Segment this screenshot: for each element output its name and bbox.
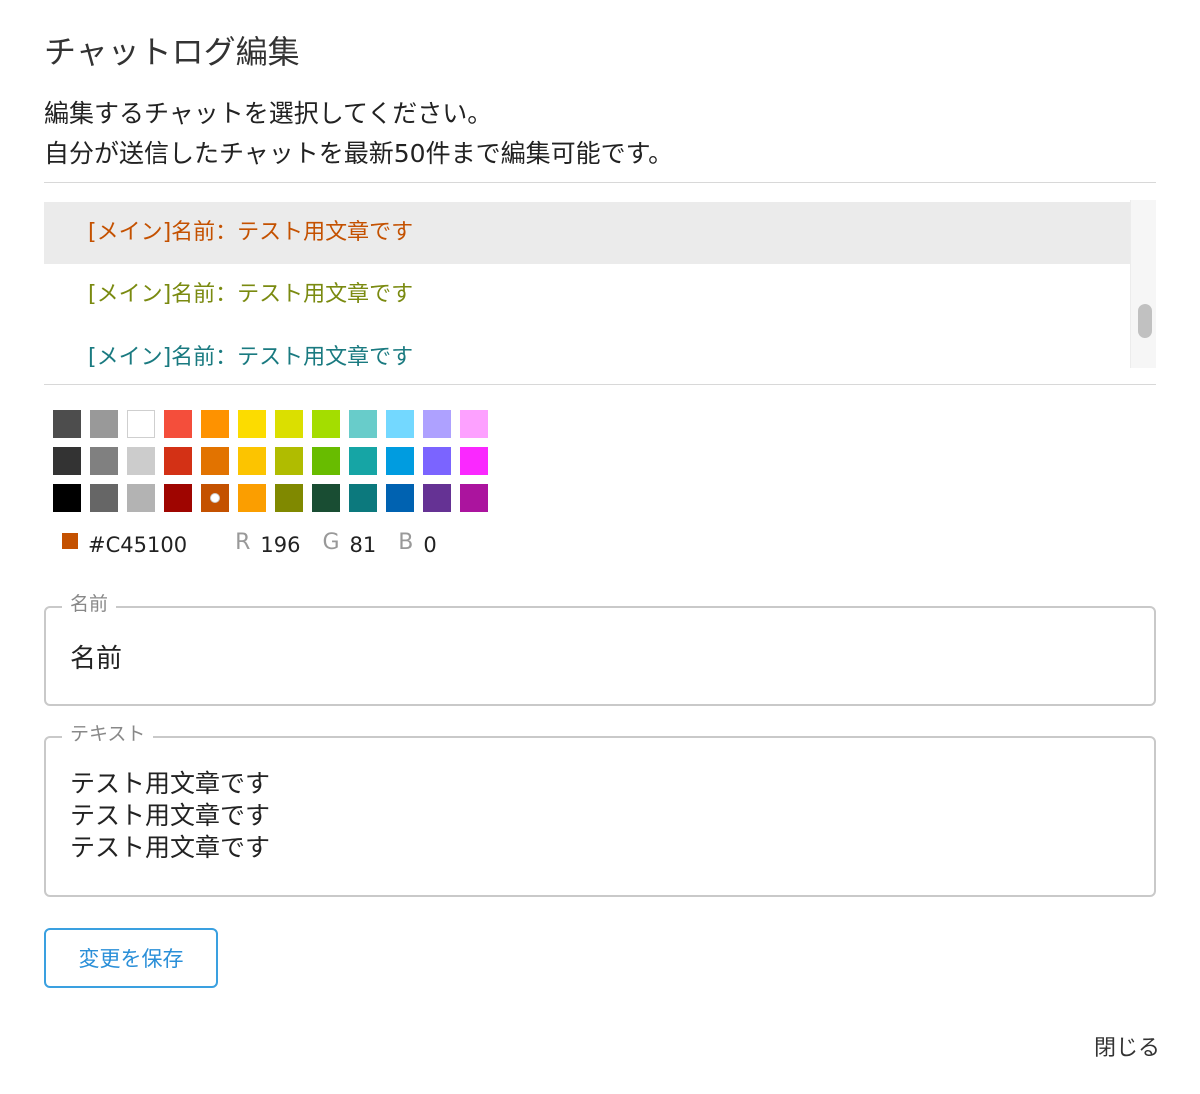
name-field-label: 名前 <box>62 592 117 616</box>
color-swatch[interactable] <box>423 410 451 438</box>
color-swatch[interactable] <box>386 447 414 475</box>
color-swatch[interactable] <box>423 447 451 475</box>
color-swatch[interactable] <box>90 484 118 512</box>
text-field: テキスト テスト用文章です テスト用文章です テスト用文章です <box>44 722 1156 897</box>
color-swatch[interactable] <box>127 447 155 475</box>
color-swatch[interactable] <box>349 410 377 438</box>
color-swatch[interactable] <box>201 447 229 475</box>
color-swatch[interactable] <box>275 447 303 475</box>
color-swatch[interactable] <box>275 410 303 438</box>
color-swatch[interactable] <box>164 484 192 512</box>
divider-top <box>44 182 1156 183</box>
color-swatch[interactable] <box>238 484 266 512</box>
color-swatch[interactable] <box>423 484 451 512</box>
chat-list-scrollbar[interactable] <box>1130 200 1156 368</box>
green-label: G <box>322 529 340 555</box>
color-swatch[interactable] <box>349 447 377 475</box>
color-swatch[interactable] <box>127 410 155 438</box>
color-swatch[interactable] <box>349 484 377 512</box>
color-swatch[interactable] <box>312 410 340 438</box>
color-swatch[interactable] <box>312 447 340 475</box>
color-swatch[interactable] <box>127 484 155 512</box>
color-swatch[interactable] <box>201 484 229 512</box>
chat-log-edit-dialog: チャットログ編集 編集するチャットを選択してください。 自分が送信したチャットを… <box>0 0 1200 1094</box>
color-swatch[interactable] <box>238 447 266 475</box>
color-swatch[interactable] <box>386 410 414 438</box>
color-swatch[interactable] <box>386 484 414 512</box>
color-swatch[interactable] <box>53 484 81 512</box>
text-field-label: テキスト <box>62 722 154 746</box>
green-value[interactable]: 81 <box>350 533 377 557</box>
color-swatch[interactable] <box>164 447 192 475</box>
chat-log-item[interactable]: [メイン]名前：テスト用文章です <box>44 264 1130 326</box>
close-button[interactable]: 閉じる <box>1094 1030 1160 1062</box>
red-value[interactable]: 196 <box>260 533 300 557</box>
selected-indicator-icon <box>210 493 220 503</box>
dialog-title: チャットログ編集 <box>44 33 300 71</box>
color-swatch[interactable] <box>53 447 81 475</box>
color-swatch[interactable] <box>90 410 118 438</box>
color-swatch[interactable] <box>90 447 118 475</box>
chat-log-item-text: [メイン]名前：テスト用文章です <box>88 282 414 307</box>
save-changes-button[interactable]: 変更を保存 <box>44 928 218 988</box>
name-field: 名前 <box>44 592 1156 706</box>
color-swatch[interactable] <box>164 410 192 438</box>
chat-log-item[interactable]: [メイン]名前：テスト用文章です <box>44 202 1130 264</box>
color-swatch[interactable] <box>460 484 488 512</box>
color-swatch[interactable] <box>53 410 81 438</box>
color-swatch[interactable] <box>275 484 303 512</box>
name-input[interactable] <box>70 636 1130 676</box>
chat-log-item-text: [メイン]名前：テスト用文章です <box>88 345 414 368</box>
red-label: R <box>235 529 251 555</box>
blue-label: B <box>398 529 414 555</box>
hex-value[interactable]: #C45100 <box>88 533 187 557</box>
divider-bottom <box>44 384 1156 385</box>
color-swatch[interactable] <box>238 410 266 438</box>
color-readout: #C45100 R 196 G 81 B 0 <box>62 528 459 562</box>
color-swatch[interactable] <box>201 410 229 438</box>
description-line-2: 自分が送信したチャットを最新50件まで編集可能です。 <box>44 139 674 168</box>
current-color-swatch <box>62 533 78 549</box>
color-swatch[interactable] <box>312 484 340 512</box>
color-swatch[interactable] <box>460 410 488 438</box>
text-input[interactable]: テスト用文章です テスト用文章です テスト用文章です <box>70 768 1130 878</box>
color-picker: #C45100 R 196 G 81 B 0 <box>44 396 498 576</box>
dialog-description: 編集するチャットを選択してください。 自分が送信したチャットを最新50件まで編集… <box>44 94 673 174</box>
chat-list-scroll-thumb[interactable] <box>1138 304 1152 338</box>
chat-log-item-text: [メイン]名前：テスト用文章です <box>88 220 414 245</box>
blue-value[interactable]: 0 <box>423 533 436 557</box>
chat-log-item[interactable]: [メイン]名前：テスト用文章です <box>44 327 1130 368</box>
chat-log-list[interactable]: [メイン]名前：テスト用文章です [メイン]名前：テスト用文章です [メイン]名… <box>44 200 1156 368</box>
description-line-1: 編集するチャットを選択してください。 <box>44 99 493 128</box>
color-swatch[interactable] <box>460 447 488 475</box>
